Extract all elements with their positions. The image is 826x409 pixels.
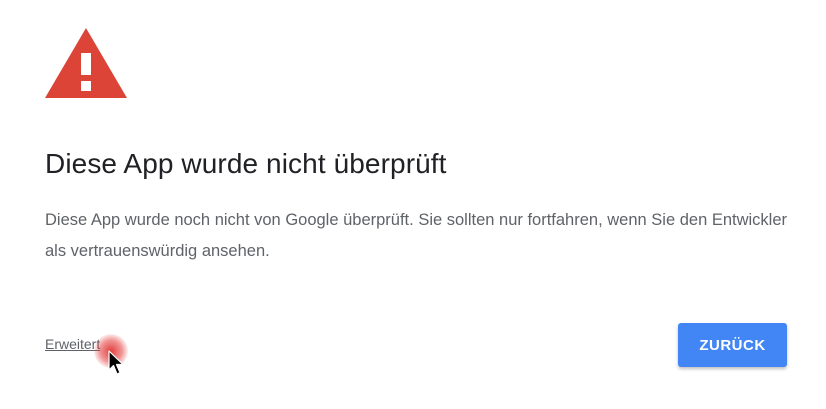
back-button[interactable]: ZURÜCK [678, 323, 787, 367]
mouse-cursor-icon [108, 350, 124, 375]
page-title: Diese App wurde nicht überprüft [45, 148, 447, 179]
unverified-app-warning-page: Diese App wurde nicht überprüft Diese Ap… [0, 0, 826, 409]
warning-message: Diese App wurde noch nicht von Google üb… [45, 211, 788, 260]
advanced-link[interactable]: Erweitert [45, 336, 100, 352]
warning-triangle-icon [45, 28, 127, 98]
